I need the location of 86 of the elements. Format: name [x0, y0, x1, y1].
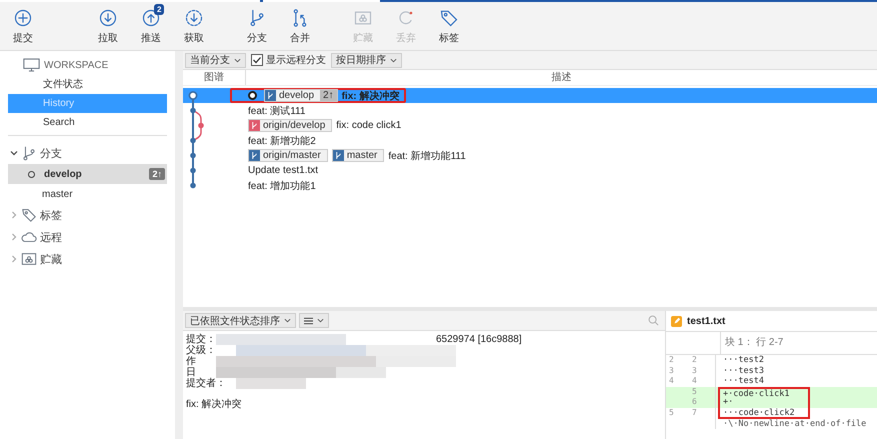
code-line: ···test3: [722, 366, 765, 376]
chevron-down-icon[interactable]: [10, 149, 18, 157]
commit-row[interactable]: feat: 测试111: [183, 103, 877, 118]
sidebar-group[interactable]: 分支: [40, 146, 62, 160]
head-marker-icon: [248, 91, 257, 100]
line-number: 7: [689, 408, 716, 419]
pencil-icon: [671, 316, 682, 326]
show-remote-checkbox[interactable]: 显示远程分支: [251, 53, 326, 67]
code-line: ···code·click2: [718, 408, 810, 419]
code-line: ·\·No·newline·at·end·of·file: [722, 418, 868, 430]
code-line: +·: [718, 397, 810, 408]
field-label: 日: [186, 367, 196, 378]
commit-row[interactable]: feat: 增加功能1: [183, 178, 877, 193]
chevron-right-icon[interactable]: [10, 233, 18, 241]
hunk-header: 块 1： 行 2-7: [724, 336, 784, 350]
down-arrow-circle-icon: [98, 8, 118, 28]
search-icon[interactable]: [648, 315, 659, 326]
commit-message: feat: 新增功能111: [388, 150, 466, 162]
toolbar-button[interactable]: 提交: [4, 8, 42, 44]
sidebar-item[interactable]: 文件状态: [8, 75, 167, 94]
commit-message: feat: 测试111: [248, 104, 306, 118]
line-number: 4: [668, 376, 675, 387]
line-number: 3: [668, 366, 675, 376]
branch-label[interactable]: develop 2↑: [264, 89, 338, 102]
sidebar-group[interactable]: 远程: [40, 230, 62, 244]
field-label: 提交者：: [186, 378, 226, 389]
line-number: 2: [689, 355, 716, 366]
code-line: ···test2: [722, 355, 765, 366]
stash-box-icon: [21, 251, 37, 267]
dashed-down-arrow-circle-icon: [184, 8, 204, 28]
toolbar-button[interactable]: 合并: [281, 8, 319, 44]
caret-icon: [284, 318, 291, 323]
branch-icon: [21, 145, 37, 161]
branch-item[interactable]: develop 2↑: [8, 164, 167, 184]
commit-row[interactable]: origin/develop fix: code click1: [183, 118, 877, 133]
view-mode-dropdown[interactable]: [299, 313, 329, 328]
sidebar-group[interactable]: 标签: [40, 208, 62, 222]
field-label: 作: [186, 356, 196, 367]
column-header[interactable]: 描述: [246, 70, 877, 85]
commit-message: fix: code click1: [336, 120, 402, 131]
branch-item[interactable]: master: [8, 184, 167, 204]
monitor-icon: [23, 58, 40, 72]
toolbar-button[interactable]: 分支: [238, 8, 276, 44]
caret-icon: [317, 318, 324, 323]
commit-row[interactable]: origin/master master feat: 新增功能111: [183, 148, 877, 163]
commit-message: feat: 增加功能1: [248, 180, 316, 192]
branch-label[interactable]: origin/master: [248, 149, 328, 162]
toolbar-button[interactable]: 拉取: [89, 8, 127, 44]
line-number: 6: [689, 397, 716, 408]
commit-message: Update test1.txt: [248, 165, 318, 176]
toolbar-button[interactable]: 获取: [175, 8, 213, 44]
commit-row[interactable]: Update test1.txt: [183, 163, 877, 178]
sort-dropdown[interactable]: 已依照文件状态排序: [185, 313, 296, 328]
tag-icon: [21, 207, 37, 223]
field-value: 6529974 [16c9888]: [436, 334, 522, 345]
commit-message: feat: 新增功能2: [248, 134, 316, 148]
commit-row[interactable]: feat: 新增功能2: [183, 133, 877, 148]
commit-row[interactable]: develop 2↑ fix: 解决冲突: [183, 88, 877, 103]
line-number: 2: [668, 355, 675, 366]
line-number: 5: [668, 408, 675, 419]
count-badge: 2: [154, 4, 164, 14]
plus-circle-icon: [13, 8, 33, 28]
branch-dropdown[interactable]: 当前分支: [185, 52, 246, 68]
sidebar-group[interactable]: 贮藏: [40, 252, 62, 266]
sort-dropdown[interactable]: 按日期排序: [331, 52, 402, 68]
caret-icon: [234, 58, 241, 62]
line-number: 3: [689, 366, 716, 376]
branch-label[interactable]: master: [332, 149, 384, 162]
column-header[interactable]: 图谱: [183, 70, 246, 85]
field-label: 提交：: [186, 334, 216, 345]
commit-message: fix: 解决冲突: [186, 398, 243, 411]
chevron-right-icon[interactable]: [10, 211, 18, 219]
caret-icon: [390, 58, 397, 62]
chevron-right-icon[interactable]: [10, 255, 18, 263]
commit-message: fix: 解决冲突: [342, 90, 400, 102]
file-name: test1.txt: [687, 316, 726, 326]
checkmark-icon: [252, 55, 262, 65]
ahead-badge: 2↑: [149, 168, 165, 180]
toolbar-button[interactable]: 标签: [430, 8, 468, 44]
sidebar-item[interactable]: Search: [8, 113, 167, 132]
branch-label[interactable]: origin/develop: [248, 119, 332, 132]
field-label: 父级：: [186, 345, 216, 356]
up-arrow-circle-icon: [141, 8, 161, 28]
list-icon: [304, 316, 313, 324]
code-line: ···test4: [722, 376, 765, 387]
section-title: WORKSPACE: [44, 60, 108, 70]
